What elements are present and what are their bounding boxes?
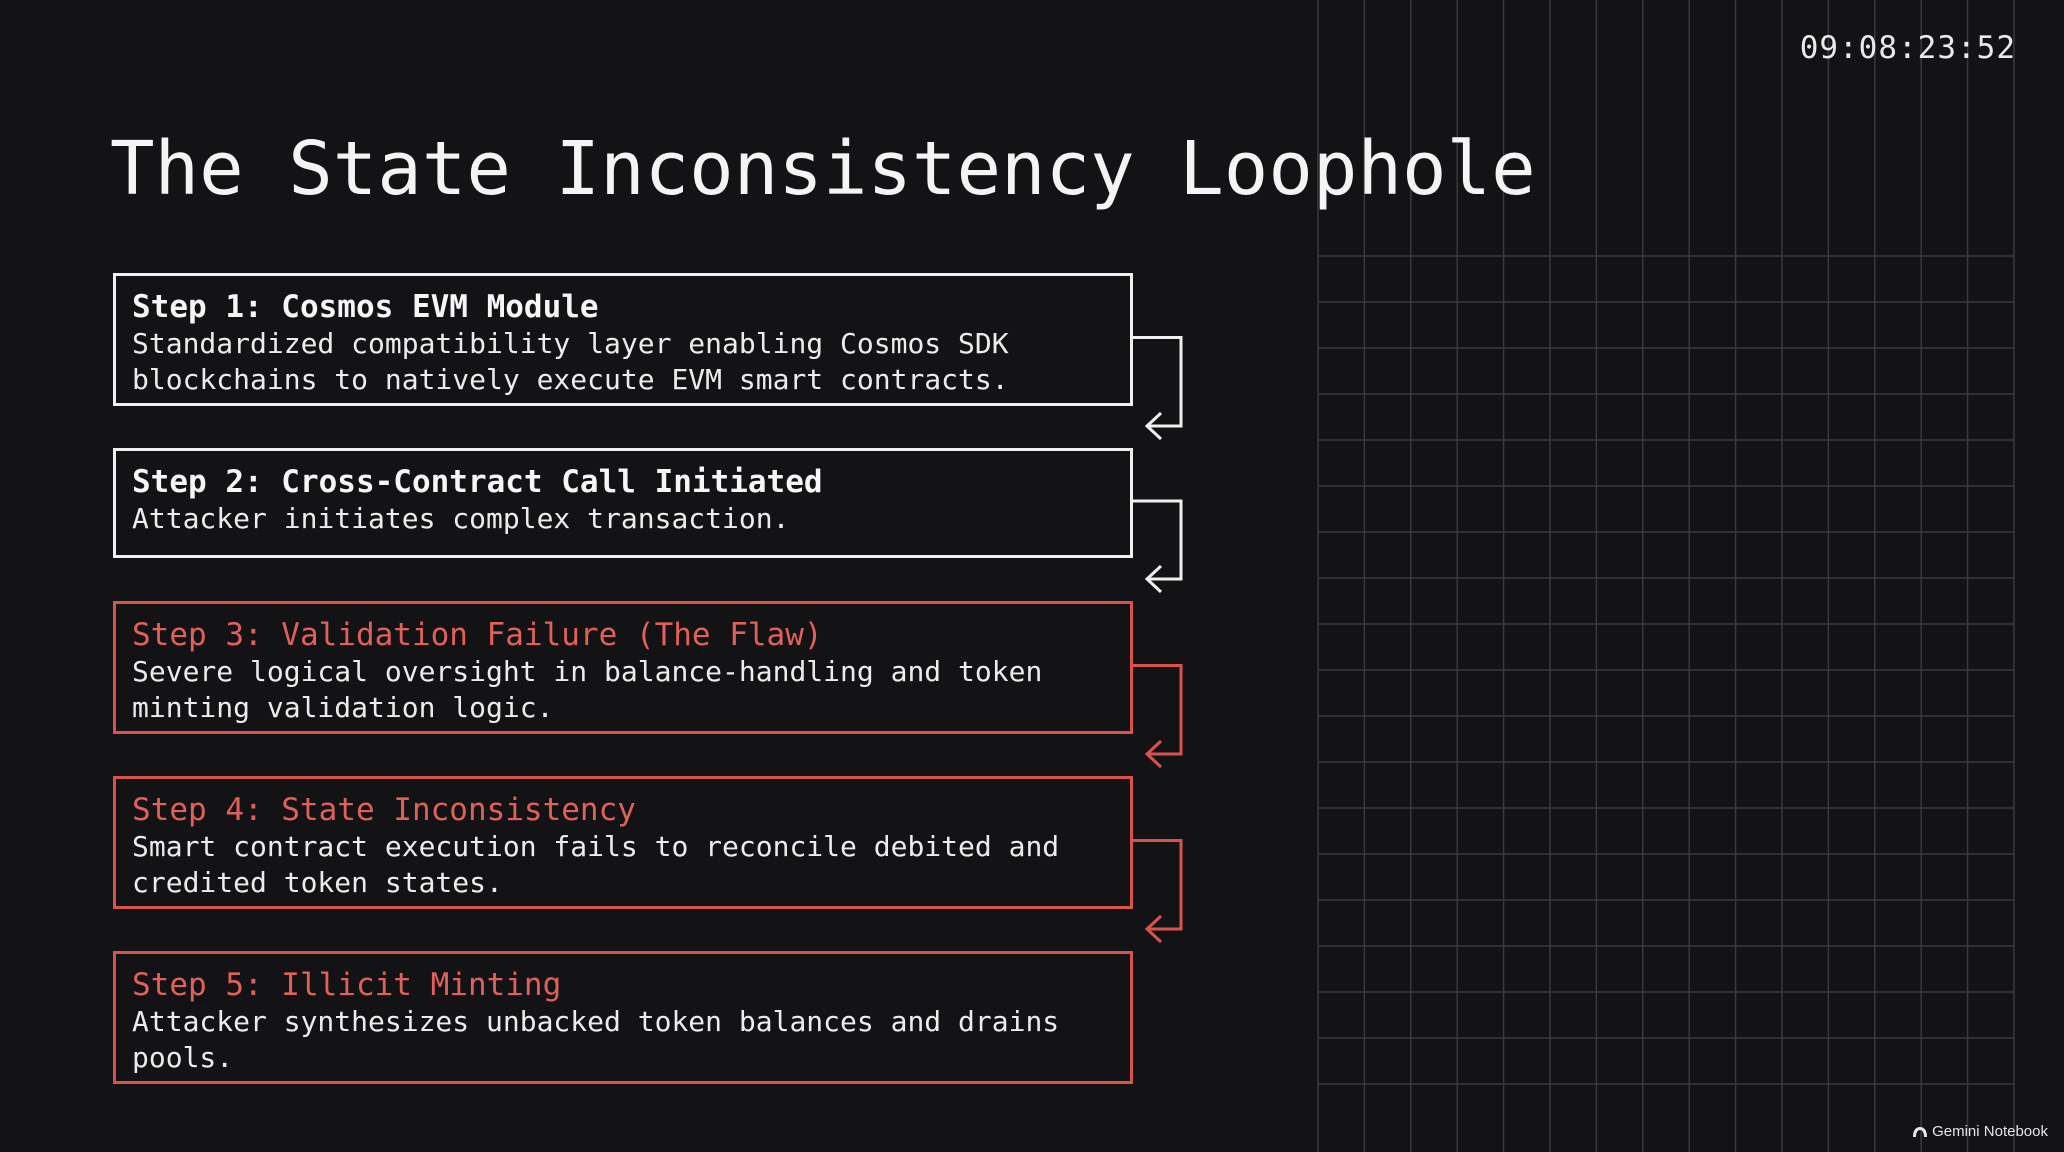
step-3-description: Severe logical oversight in balance-hand…: [132, 655, 1043, 724]
step-5-description: Attacker synthesizes unbacked token bala…: [132, 1005, 1060, 1074]
notebook-logo-icon: [1913, 1126, 1928, 1137]
step-4-description: Smart contract execution fails to reconc…: [132, 830, 1060, 899]
slide: 09:08:23:52 The State Inconsistency Loop…: [0, 0, 2064, 1152]
step-1-title: Step 1: Cosmos EVM Module: [132, 289, 599, 325]
step-2-box: Step 2: Cross-Contract Call Initiated At…: [113, 448, 1133, 558]
step-2-title: Step 2: Cross-Contract Call Initiated: [132, 464, 823, 500]
step-5-box: Step 5: Illicit Minting Attacker synthes…: [113, 951, 1133, 1084]
step-2-description: Attacker initiates complex transaction.: [132, 502, 790, 535]
step-5-title: Step 5: Illicit Minting: [132, 967, 562, 1003]
step-1-box: Step 1: Cosmos EVM Module Standardized c…: [113, 273, 1133, 406]
brand-watermark: Gemini Notebook: [1912, 1123, 2048, 1140]
step-4-box: Step 4: State Inconsistency Smart contra…: [113, 776, 1133, 909]
timestamp: 09:08:23:52: [1799, 30, 2016, 66]
slide-title: The State Inconsistency Loophole: [110, 126, 1536, 212]
brand-label: Gemini Notebook: [1932, 1123, 2048, 1140]
step-4-title: Step 4: State Inconsistency: [132, 792, 636, 828]
step-3-box: Step 3: Validation Failure (The Flaw) Se…: [113, 601, 1133, 734]
step-1-description: Standardized compatibility layer enablin…: [132, 327, 1009, 396]
step-3-title: Step 3: Validation Failure (The Flaw): [132, 617, 823, 653]
